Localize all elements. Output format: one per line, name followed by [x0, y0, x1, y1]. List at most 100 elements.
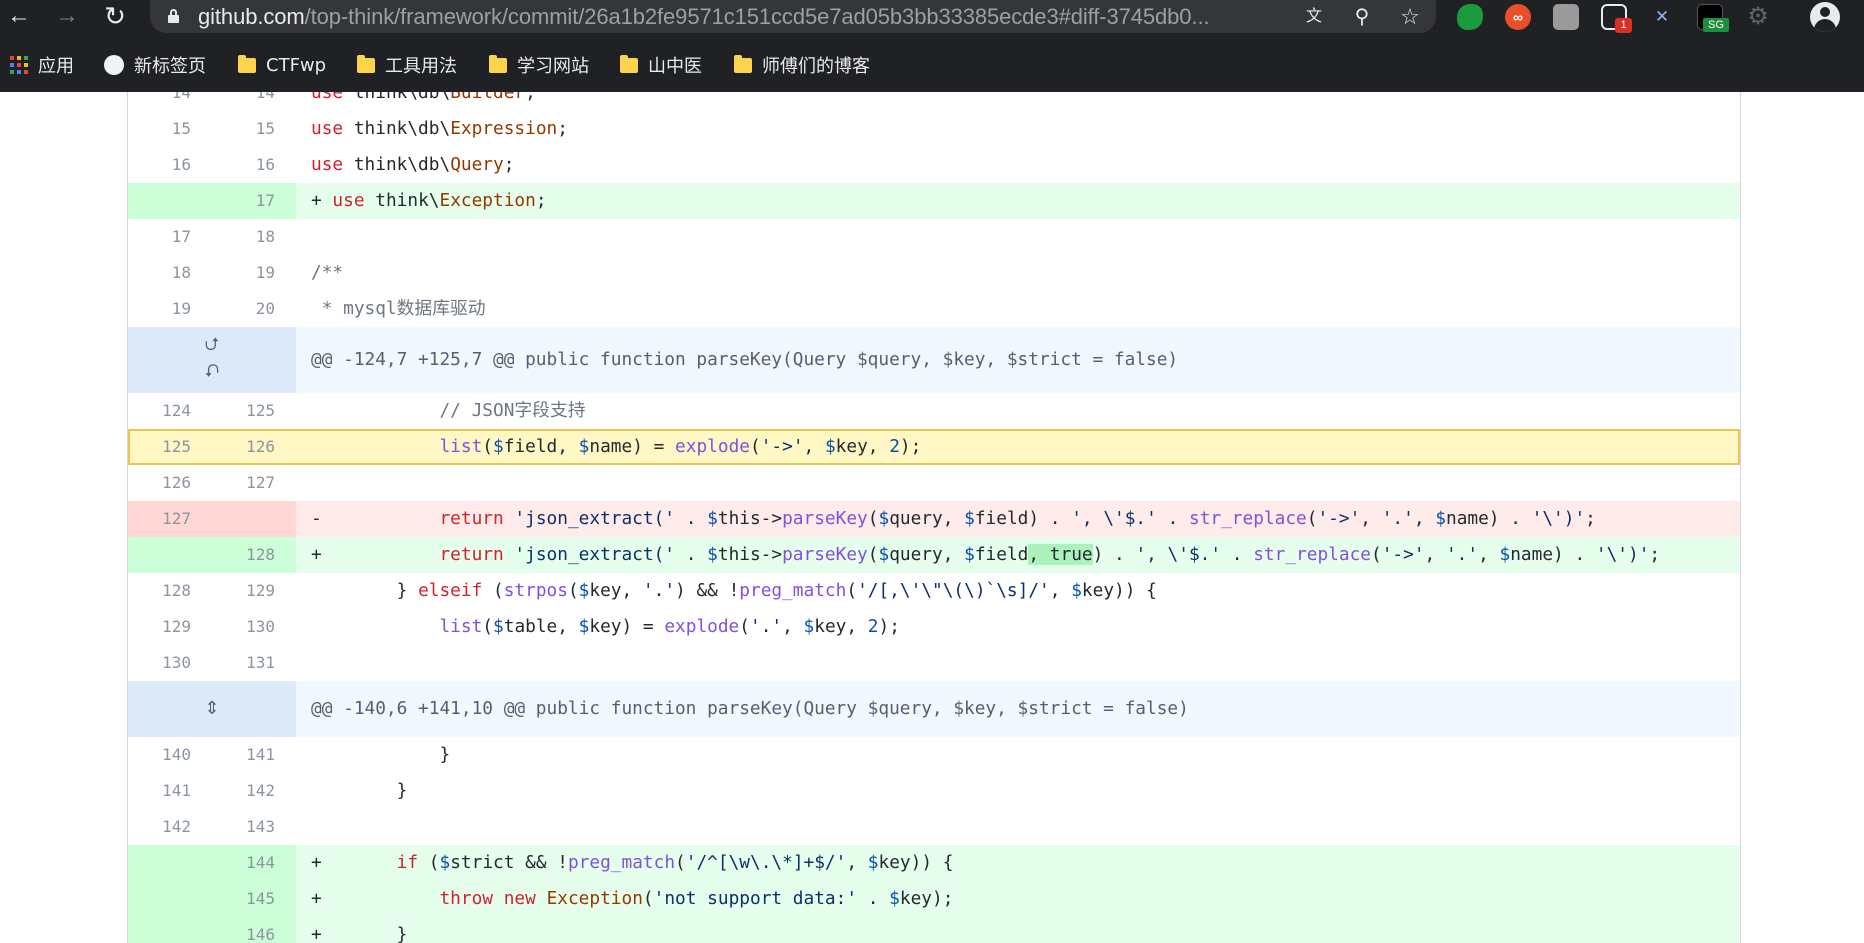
new-line-number[interactable]: 15	[212, 111, 296, 147]
code-text: }	[296, 737, 1740, 773]
star-icon[interactable]: ☆	[1396, 3, 1424, 31]
bookmark-tools[interactable]: 工具用法	[357, 48, 457, 82]
diff-line: 17 18	[128, 219, 1740, 255]
code-token: .	[675, 544, 708, 565]
infinity-extension-icon[interactable]: ∞	[1505, 4, 1531, 30]
old-line-number[interactable]: 18	[128, 255, 212, 291]
code-token: (	[418, 852, 440, 873]
old-line-number[interactable]: 14	[128, 92, 212, 111]
code-token: 2	[867, 616, 879, 637]
code-token: key)) {	[1081, 580, 1157, 601]
new-line-number[interactable]: 17	[212, 183, 296, 219]
old-line-number[interactable]: 141	[128, 773, 212, 809]
code-token: ;	[503, 154, 515, 175]
old-line-number[interactable]: 15	[128, 111, 212, 147]
old-line-number[interactable]: 130	[128, 645, 212, 681]
old-line-number[interactable]	[128, 183, 212, 219]
hunk-expander[interactable]: ⮍ ⮏	[128, 327, 296, 393]
bookmark-new-tab[interactable]: 新标签页	[104, 48, 206, 82]
new-line-number[interactable]: 16	[212, 147, 296, 183]
evernote-extension-icon[interactable]	[1457, 4, 1483, 30]
old-line-number[interactable]: 127	[128, 501, 212, 537]
expand-down-icon[interactable]: ⮏	[198, 358, 226, 384]
translate-icon[interactable]: 文	[1300, 3, 1328, 31]
expand-up-icon[interactable]: ⮍	[198, 331, 226, 357]
new-line-number[interactable]: 19	[212, 255, 296, 291]
code-token: +	[311, 544, 440, 565]
diff-line: 128 + return 'json_extract(' . $this->par…	[128, 537, 1740, 573]
profile-icon[interactable]	[1810, 2, 1840, 32]
old-line-number[interactable]	[128, 537, 212, 573]
old-line-number[interactable]: 125	[128, 429, 212, 465]
old-line-number[interactable]	[128, 881, 212, 917]
reload-icon[interactable]: ↻	[100, 2, 130, 32]
code-token: +	[311, 888, 440, 909]
code-token: ', \'$.'	[1135, 544, 1222, 565]
old-line-number[interactable]: 126	[128, 465, 212, 501]
new-line-number[interactable]: 146	[212, 917, 296, 943]
browser-chrome: ← → ↻ github.com/top-think/framework/com…	[0, 0, 1864, 92]
lock-icon[interactable]	[168, 9, 179, 23]
diff-line: 146 + }	[128, 917, 1740, 943]
old-line-number[interactable]	[128, 917, 212, 943]
new-line-number[interactable]: 143	[212, 809, 296, 845]
hunk-expander[interactable]: ⇕	[128, 681, 296, 737]
gray-extension-icon[interactable]	[1553, 4, 1579, 30]
address-bar[interactable]: github.com/top-think/framework/commit/26…	[150, 0, 1436, 33]
code-token: ,	[1478, 544, 1500, 565]
code-token: '.'	[1381, 508, 1414, 529]
old-line-number[interactable]: 17	[128, 219, 212, 255]
new-line-number[interactable]: 20	[212, 291, 296, 327]
new-line-number[interactable]: 130	[212, 609, 296, 645]
url-text[interactable]: github.com/top-think/framework/commit/26…	[198, 4, 1298, 30]
new-line-number[interactable]: 127	[212, 465, 296, 501]
gear-extension-icon[interactable]: ⚙	[1745, 4, 1771, 30]
code-token: .	[675, 508, 708, 529]
code-token: 2	[889, 436, 900, 457]
new-line-number[interactable]: 131	[212, 645, 296, 681]
old-line-number[interactable]: 19	[128, 291, 212, 327]
code-token: 'json_extract('	[514, 508, 676, 529]
code-token: str_replace	[1188, 508, 1307, 529]
code-token: );	[878, 616, 900, 637]
new-line-number[interactable]: 144	[212, 845, 296, 881]
new-line-number[interactable]	[212, 501, 296, 537]
x-extension-icon[interactable]: ✕	[1649, 4, 1675, 30]
new-line-number[interactable]: 145	[212, 881, 296, 917]
new-line-number[interactable]: 125	[212, 393, 296, 429]
code-token: '->'	[1317, 508, 1361, 529]
old-line-number[interactable]: 140	[128, 737, 212, 773]
new-line-number[interactable]: 129	[212, 573, 296, 609]
back-icon[interactable]: ←	[4, 2, 34, 32]
bookmark-study[interactable]: 学习网站	[489, 48, 589, 82]
code-token: ,	[1360, 508, 1382, 529]
expand-both-icon[interactable]: ⇕	[198, 695, 226, 721]
code-text: /**	[296, 255, 1740, 291]
code-token: $	[578, 580, 590, 601]
new-line-number[interactable]: 128	[212, 537, 296, 573]
zoom-icon[interactable]: ⚲	[1348, 3, 1376, 31]
old-line-number[interactable]: 129	[128, 609, 212, 645]
new-line-number[interactable]: 126	[212, 429, 296, 465]
old-line-number[interactable]: 142	[128, 809, 212, 845]
diff-line: 14 14 use think\db\Builder;	[128, 92, 1740, 111]
new-line-number[interactable]: 142	[212, 773, 296, 809]
old-line-number[interactable]: 124	[128, 393, 212, 429]
old-line-number[interactable]	[128, 845, 212, 881]
old-line-number[interactable]: 16	[128, 147, 212, 183]
bookmark-ctfwp[interactable]: CTFwp	[238, 48, 326, 82]
new-line-number[interactable]: 14	[212, 92, 296, 111]
forward-icon[interactable]: →	[52, 2, 82, 32]
code-token: $	[493, 616, 504, 637]
bookmark-blogs[interactable]: 师傅们的博客	[734, 48, 870, 82]
code-token: use	[311, 92, 344, 103]
new-line-number[interactable]: 18	[212, 219, 296, 255]
old-line-number[interactable]: 128	[128, 573, 212, 609]
code-token: $	[878, 508, 890, 529]
new-line-number[interactable]: 141	[212, 737, 296, 773]
code-token: ;	[557, 118, 568, 139]
bookmark-label: 山中医	[648, 56, 702, 77]
bookmark-apps[interactable]: 应用	[10, 48, 74, 82]
bookmark-shanzhongyi[interactable]: 山中医	[620, 48, 702, 82]
